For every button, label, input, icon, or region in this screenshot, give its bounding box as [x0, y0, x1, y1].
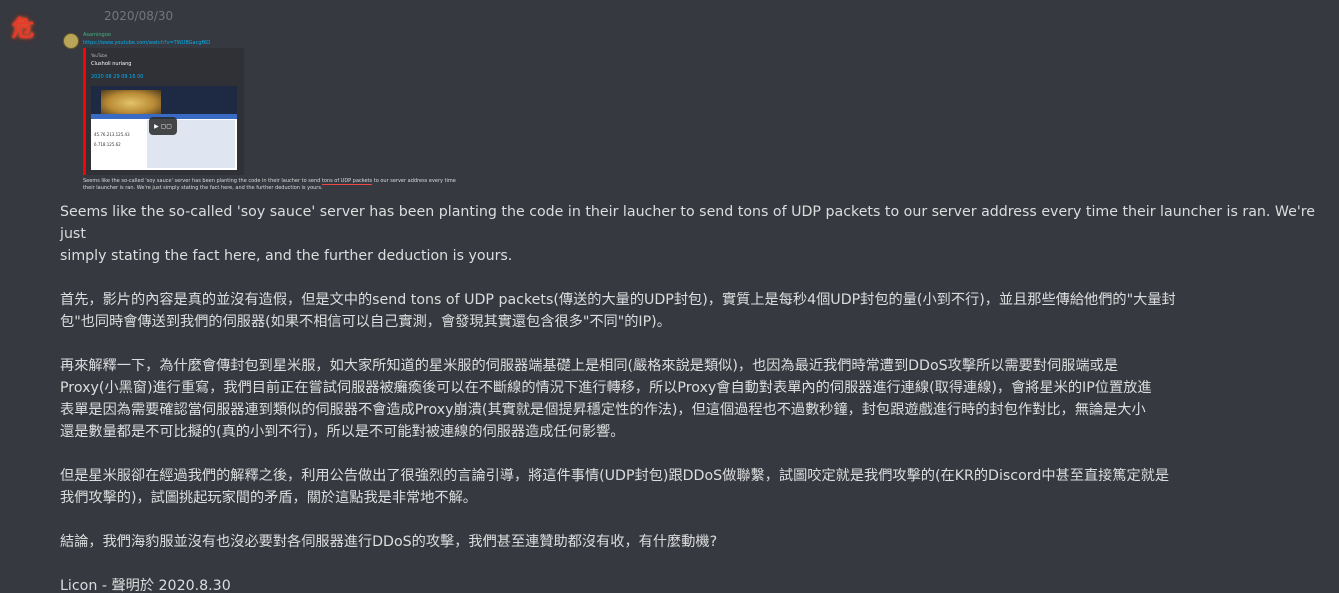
message-paragraph-conclusion: 結論，我們海豹服並沒有也沒必要對各伺服器進行DDoS的攻擊，我們甚至連贊助都沒有…: [60, 534, 718, 550]
embedded-caption: Seems like the so-called 'soy sauce' ser…: [83, 178, 468, 192]
message-paragraph-explanation: 再來解釋一下，為什麼會傳封包到星米服，如大家所知道的星米服的伺服器端基礎上是相同…: [60, 358, 1152, 440]
embedded-username-text: Asamingoo: [83, 32, 111, 38]
thumbnail-ip-line: 6.718.125.62: [94, 142, 121, 147]
thumbnail-ip-line: 45.76.213.125.43: [94, 132, 130, 137]
embedded-caption-underlined: tons of UDP packets: [321, 178, 373, 185]
message-paragraph-english: Seems like the so-called 'soy sauce' ser…: [60, 204, 1315, 264]
attached-screenshot[interactable]: Asamingoo https://www.youtube.com/watch?…: [60, 30, 470, 196]
embedded-video-channel: Clusholi nuriang: [91, 61, 132, 67]
message-signature: Licon - 聲明於 2020.8.30: [60, 578, 231, 593]
play-icon: ▶ ▢▢: [149, 117, 177, 135]
embedded-caption-pre: Seems like the so-called 'soy sauce' ser…: [83, 178, 322, 184]
message-timestamp: 2020/08/30: [104, 9, 174, 23]
thumbnail-food-image: [101, 90, 161, 116]
message-body: Seems like the so-called 'soy sauce' ser…: [60, 201, 1320, 593]
avatar-glyph: 危: [11, 16, 34, 42]
embedded-user-avatar: [63, 33, 79, 49]
user-avatar[interactable]: 危: [8, 12, 38, 42]
embedded-video-title: 2020 08 29 09 16 00: [91, 74, 144, 80]
embedded-video-card: YouTube Clusholi nuriang 2020 08 29 09 1…: [83, 48, 244, 175]
embedded-video-source: YouTube: [91, 53, 108, 58]
message-paragraph-intro: 首先，影片的內容是真的並沒有造假，但是文中的send tons of UDP p…: [60, 292, 1176, 330]
embedded-username: Asamingoo: [83, 32, 111, 38]
message-paragraph-response: 但是星米服卻在經過我們的解釋之後，利用公告做出了很強烈的言論引導，將這件事情(U…: [60, 468, 1170, 506]
embedded-video-thumbnail: 45.76.213.125.43 6.718.125.62 ▶ ▢▢: [91, 86, 237, 170]
embedded-youtube-link: https://www.youtube.com/watch?v=TWUBGacg…: [83, 40, 211, 46]
message-view: 危 2020/08/30 Asamingoo https://www.youtu…: [0, 0, 1339, 593]
